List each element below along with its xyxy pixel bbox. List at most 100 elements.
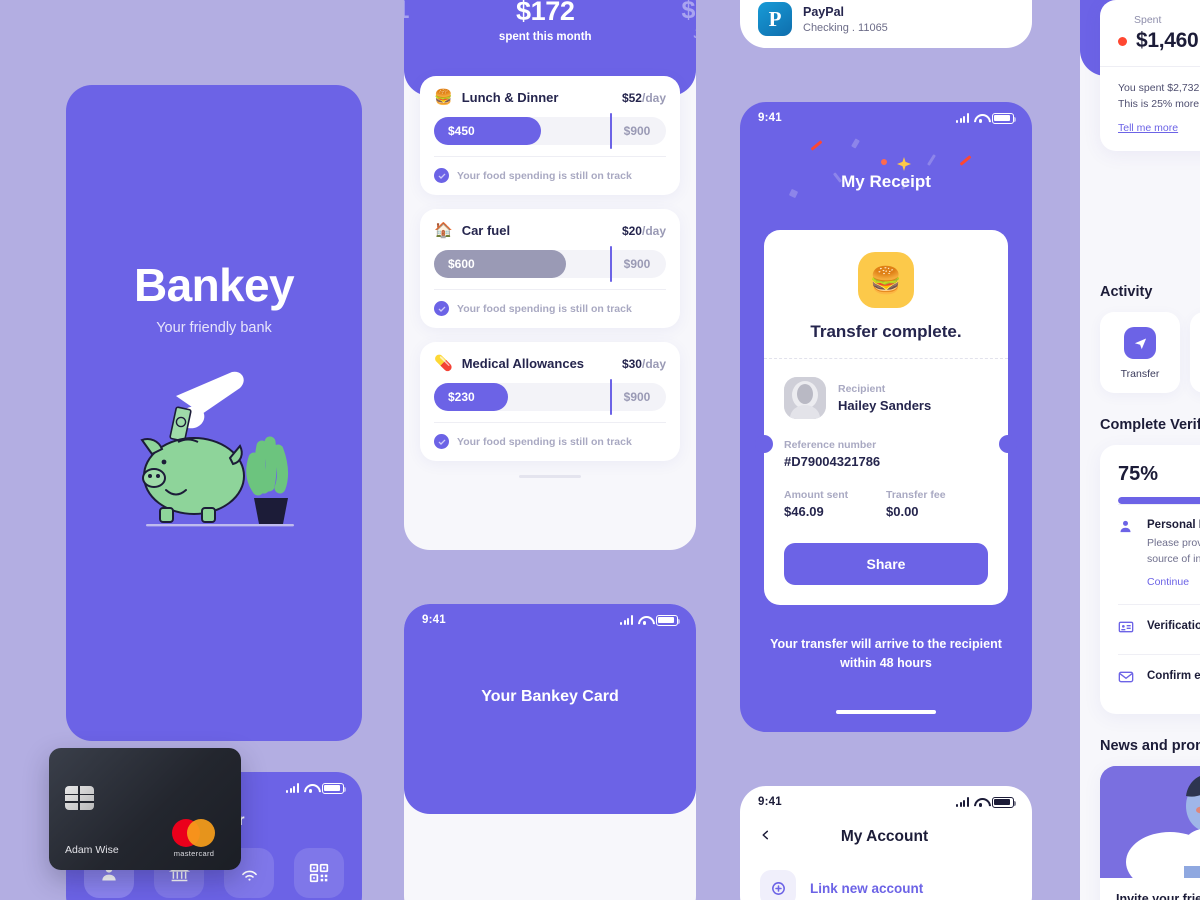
medicine-icon: 💊	[434, 355, 453, 372]
envelope-icon	[1118, 669, 1136, 690]
activity-transfer[interactable]: Transfer	[1100, 312, 1180, 393]
activity-next[interactable]	[1190, 312, 1200, 393]
amount-value: $46.09	[784, 504, 824, 519]
battery-icon	[322, 782, 347, 794]
budget-card[interactable]: 🏠 Car fuel $20/day $600 $900 Your food s…	[420, 209, 680, 328]
linked-account-card[interactable]: P PayPal Checking . 11065	[740, 0, 1032, 48]
status-time: 9:41	[758, 796, 782, 808]
reference-block: Reference number #D79004321786	[784, 439, 988, 469]
spent-summary-line1: You spent $2,732 on	[1118, 82, 1200, 94]
status-bar: 9:41	[740, 786, 1032, 808]
promo-card[interactable]: Invite your frien For every user you i e…	[1100, 765, 1200, 900]
step-desc-line2: source of inc	[1147, 552, 1200, 565]
check-icon	[434, 434, 449, 449]
reference-number: #D79004321786	[784, 454, 881, 469]
promo-illustration	[1100, 765, 1200, 878]
wifi-icon	[304, 783, 317, 794]
burger-icon: 🍔	[858, 252, 914, 308]
budget-category-name: Lunch & Dinner	[461, 90, 559, 105]
status-time: 9:41	[422, 614, 446, 626]
activity-list: Transfer	[1080, 312, 1200, 393]
step-desc-line1: Please provid	[1147, 537, 1200, 549]
carousel-item-prev[interactable]: 81 ne	[404, 0, 409, 41]
share-button[interactable]: Share	[784, 543, 988, 585]
page-title: My Receipt	[841, 172, 931, 191]
spending-screen: 81 ne $172 spent this month $15 Jul 🍔 Lu…	[404, 0, 696, 550]
budget-spent-value: $600	[434, 250, 567, 278]
fee-block: Transfer fee $0.00	[886, 489, 988, 519]
activity-label: Transfer	[1120, 368, 1160, 380]
promo-title: Invite your frien	[1116, 891, 1200, 900]
verification-heading: Complete Verific	[1100, 417, 1200, 433]
carousel-item-next[interactable]: $15 Jul	[681, 0, 696, 41]
budget-card-list: 🍔 Lunch & Dinner $52/day $450 $900 Your …	[404, 76, 696, 478]
wifi-icon	[974, 113, 987, 124]
recipient-row: Recipient Hailey Sanders	[784, 377, 988, 419]
activity-heading: Activity	[1100, 284, 1153, 300]
avatar	[784, 377, 826, 419]
app-tagline: Your friendly bank	[156, 320, 272, 336]
bank-card[interactable]: Adam Wise mastercard	[49, 748, 241, 870]
budget-category-name: Medical Allowances	[461, 356, 585, 371]
step-title: Verification	[1147, 619, 1200, 632]
app-brand-title: Bankey	[133, 259, 295, 311]
step-title: Confirm ema	[1147, 669, 1200, 682]
add-circle-icon	[760, 870, 796, 900]
carousel-next-amount: $15	[681, 0, 696, 24]
cellular-icon	[620, 615, 633, 625]
check-icon	[434, 301, 449, 316]
carousel-prev-label: ne	[404, 29, 409, 41]
amount-block: Amount sent $46.09	[784, 489, 886, 519]
carousel-prev-amount: 81	[404, 0, 409, 25]
wifi-icon	[638, 615, 651, 626]
continue-link[interactable]: Continue	[1147, 576, 1189, 588]
verification-step-personal-info[interactable]: Personal Inf Please provid source of inc…	[1118, 504, 1200, 604]
spent-caption: spent this month	[498, 31, 592, 43]
reference-label: Reference number	[784, 439, 877, 451]
mastercard-logo: mastercard	[161, 819, 227, 858]
nfc-icon	[241, 870, 257, 881]
card-holder-name: Adam Wise	[65, 844, 119, 856]
verification-step-confirm-email[interactable]: Confirm ema	[1118, 653, 1200, 704]
battery-icon	[656, 614, 681, 626]
fee-value: $0.00	[886, 504, 919, 519]
budget-goal-value: $900	[623, 124, 651, 138]
house-icon: 🏠	[434, 222, 453, 239]
verification-progress-bar	[1118, 497, 1200, 504]
budget-status-note: Your food spending is still on track	[457, 302, 632, 315]
status-bar: 9:41	[404, 604, 696, 626]
transfer-method-qr[interactable]	[294, 848, 344, 898]
receipt-screen: 9:41 My Receipt 🍔 Transfer complete. Rec…	[740, 102, 1032, 732]
verification-step-verification[interactable]: Verification	[1118, 603, 1200, 654]
linked-account-detail: Checking . 11065	[803, 21, 888, 34]
home-indicator[interactable]	[836, 710, 936, 714]
link-account-row[interactable]: Link new account	[740, 870, 1032, 900]
piggy-bank-illustration	[124, 358, 304, 538]
carousel-item-current[interactable]: $172 spent this month	[499, 0, 592, 43]
burger-icon: 🍔	[434, 89, 453, 106]
qr-code-icon	[309, 863, 329, 883]
cellular-icon	[286, 783, 299, 793]
spent-summary-card: Spent $1,460 You spent $2,732 on This is…	[1100, 0, 1200, 151]
budget-goal-value: $900	[623, 390, 651, 404]
budget-spent-value: $230	[434, 383, 509, 411]
tell-me-more-link[interactable]: Tell me more	[1118, 122, 1178, 134]
budget-daily-rate: $52/day	[621, 90, 666, 105]
fee-label: Transfer fee	[886, 489, 946, 501]
budget-daily-rate: $30/day	[621, 356, 666, 371]
person-icon	[1118, 519, 1136, 590]
receipt-card: 🍔 Transfer complete. Recipient Hailey Sa…	[755, 230, 1017, 605]
battery-icon	[992, 112, 1017, 124]
budget-card[interactable]: 💊 Medical Allowances $30/day $230 $900 Y…	[420, 342, 680, 461]
screenshot-stage: Bankey Your friendly bank $172 spent thi…	[0, 0, 1200, 900]
spent-summary-line2: This is 25% more th	[1118, 98, 1200, 111]
card-chip-icon	[65, 786, 94, 810]
cellular-icon	[956, 797, 969, 807]
budget-card[interactable]: 🍔 Lunch & Dinner $52/day $450 $900 Your …	[420, 76, 680, 195]
card-screen: 9:41 Your Bankey Card	[404, 604, 696, 900]
verification-percent: 75%	[1118, 463, 1159, 485]
budget-progress-bar: $450 $900	[434, 113, 666, 149]
account-screen: 9:41 My Account Link new account	[740, 786, 1032, 900]
budget-goal-value: $900	[623, 257, 651, 271]
scroll-handle[interactable]	[519, 475, 581, 478]
